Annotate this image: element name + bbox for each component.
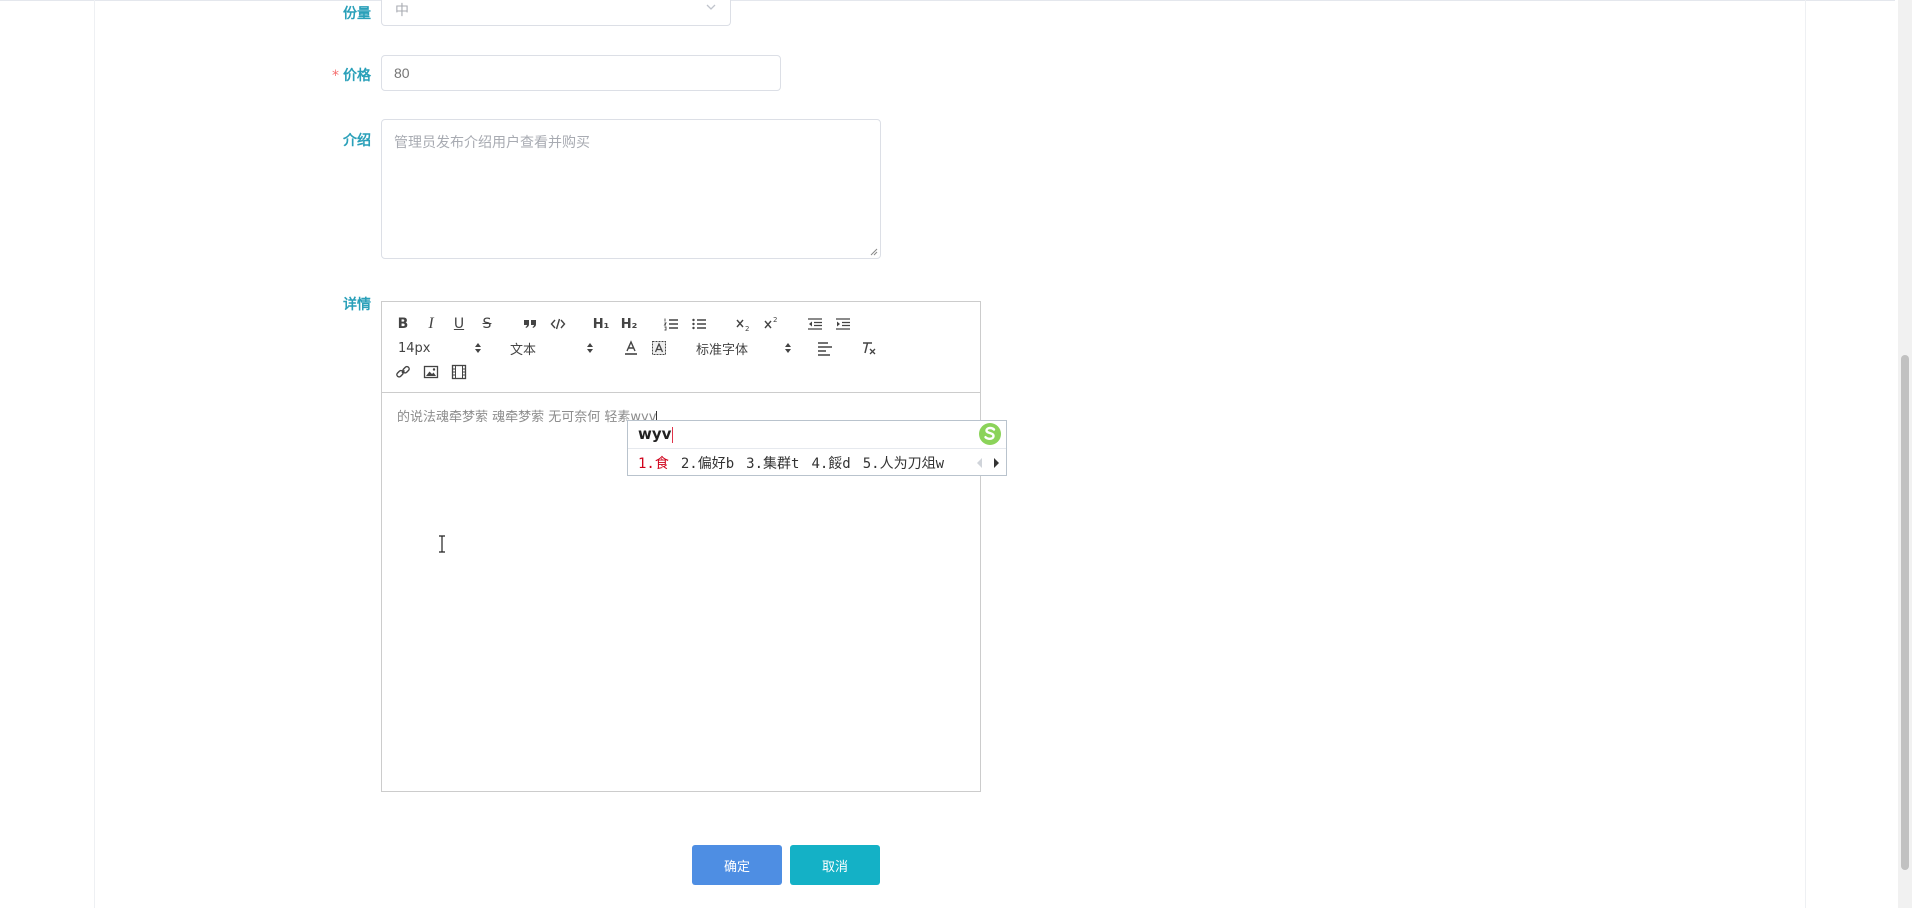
- video-icon: [451, 364, 467, 380]
- header-picker[interactable]: 文本: [510, 338, 594, 358]
- text-color-button[interactable]: [622, 338, 640, 358]
- portion-label: 份量: [343, 6, 371, 22]
- ime-prev-page-icon[interactable]: [976, 457, 984, 469]
- outdent-icon: [808, 318, 822, 330]
- svg-text:2: 2: [745, 325, 749, 332]
- subscript-icon: 2: [736, 319, 749, 332]
- clear-format-button[interactable]: [860, 338, 878, 358]
- superscript-button[interactable]: 2: [762, 314, 780, 334]
- ime-separator: [628, 448, 1006, 449]
- italic-button[interactable]: I: [422, 314, 440, 334]
- link-icon: [396, 365, 410, 378]
- ime-candidate[interactable]: 4.餒d: [811, 453, 850, 473]
- h2-button[interactable]: H₂: [618, 314, 640, 334]
- image-button[interactable]: [422, 362, 440, 382]
- chevron-down-icon: [706, 4, 716, 10]
- blockquote-button[interactable]: [521, 314, 539, 334]
- ime-composition: wyv: [638, 425, 674, 443]
- price-label: * 价格: [332, 68, 371, 84]
- video-button[interactable]: [450, 362, 468, 382]
- ime-candidate-list: 1.食 2.偏好b 3.集群t 4.餒d 5.人为刀俎w: [638, 453, 944, 473]
- background-color-button[interactable]: [650, 338, 668, 358]
- ime-candidate[interactable]: 2.偏好b: [681, 453, 734, 473]
- ime-next-page-icon[interactable]: [992, 457, 1000, 469]
- code-icon: [550, 318, 566, 330]
- sort-arrows-icon: [587, 343, 593, 353]
- quote-icon: [524, 320, 536, 328]
- confirm-button[interactable]: 确定: [692, 845, 782, 885]
- indent-icon: [836, 318, 850, 330]
- bullet-list-icon: [692, 318, 706, 330]
- ordered-list-button[interactable]: [662, 314, 680, 334]
- rich-text-editor: B I U S H₁ H₂ 2 2 14px 文本 标准字体 的说法魂牵梦萦 魂…: [381, 301, 981, 792]
- ime-candidate-window: wyv 1.食 2.偏好b 3.集群t 4.餒d 5.人为刀俎w: [627, 420, 1007, 476]
- scrollbar-thumb[interactable]: [1901, 355, 1909, 870]
- editor-text: 的说法魂牵梦萦 魂牵梦萦 无可奈何 轻素wyv: [397, 410, 658, 425]
- intro-placeholder: 管理员发布介绍用户查看并购买: [394, 135, 590, 151]
- ime-candidate[interactable]: 1.食: [638, 453, 669, 473]
- detail-label: 详情: [343, 297, 371, 313]
- ime-candidate[interactable]: 3.集群t: [746, 453, 799, 473]
- required-mark: *: [332, 68, 339, 84]
- align-left-icon: [818, 342, 832, 356]
- ime-candidate[interactable]: 5.人为刀俎w: [863, 453, 944, 473]
- h1-button[interactable]: H₁: [590, 314, 612, 334]
- price-input[interactable]: [381, 55, 781, 91]
- intro-textarea[interactable]: 管理员发布介绍用户查看并购买: [381, 119, 881, 259]
- subscript-button[interactable]: 2: [734, 314, 752, 334]
- cancel-button[interactable]: 取消: [790, 845, 880, 885]
- superscript-icon: 2: [764, 316, 777, 329]
- align-button[interactable]: [816, 338, 834, 358]
- indent-button[interactable]: [834, 314, 852, 334]
- portion-select-value: 中: [395, 3, 409, 19]
- underline-button[interactable]: U: [450, 314, 468, 334]
- ordered-list-icon: [663, 318, 678, 331]
- bullet-list-button[interactable]: [690, 314, 708, 334]
- page-scrollbar[interactable]: [1898, 0, 1912, 908]
- background-color-icon: [652, 341, 666, 355]
- outdent-button[interactable]: [806, 314, 824, 334]
- font-size-picker[interactable]: 14px: [398, 338, 482, 358]
- editor-toolbar: B I U S H₁ H₂ 2 2 14px 文本 标准字体: [382, 302, 980, 393]
- clear-format-icon: [863, 342, 876, 355]
- text-color-icon: [625, 340, 637, 355]
- ime-caret: [672, 426, 674, 443]
- text-cursor-icon: [439, 535, 445, 553]
- sort-arrows-icon: [785, 343, 791, 353]
- strike-button[interactable]: S: [478, 314, 496, 334]
- sort-arrows-icon: [475, 343, 481, 353]
- font-family-picker[interactable]: 标准字体: [696, 338, 792, 358]
- bold-button[interactable]: B: [394, 314, 412, 334]
- code-block-button[interactable]: [549, 314, 567, 334]
- resize-handle-icon[interactable]: [868, 246, 878, 256]
- portion-select[interactable]: 中: [381, 0, 731, 26]
- image-icon: [423, 365, 439, 379]
- intro-label: 介绍: [343, 133, 371, 149]
- link-button[interactable]: [394, 362, 412, 382]
- sogou-logo-icon: [979, 423, 1001, 445]
- svg-text:2: 2: [773, 316, 777, 324]
